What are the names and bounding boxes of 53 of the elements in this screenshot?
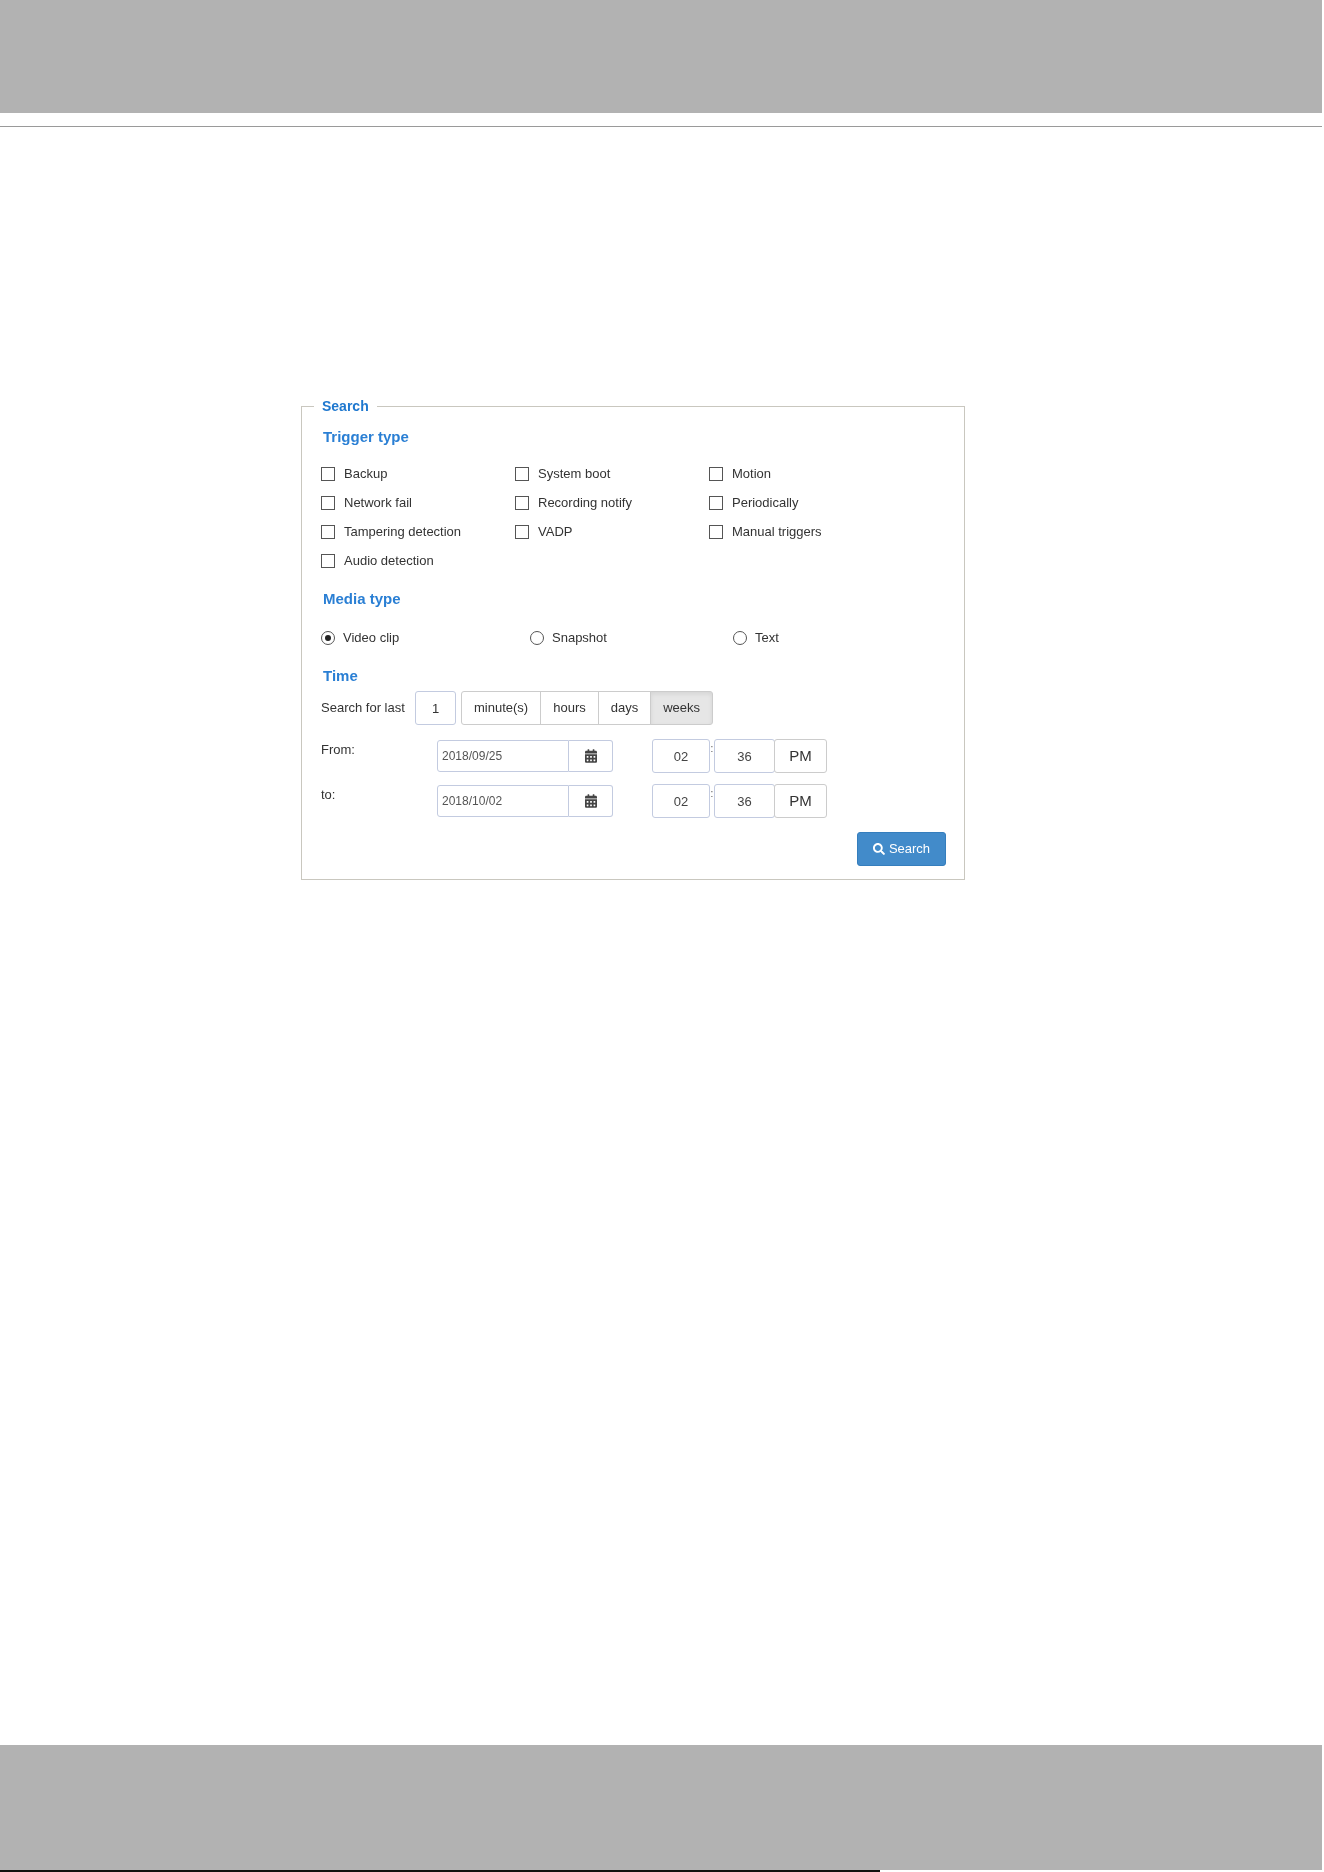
checkbox[interactable]: [515, 466, 529, 481]
section-heading: Time: [323, 666, 358, 686]
calendar-icon: [584, 749, 597, 763]
radio-button[interactable]: [530, 631, 544, 645]
unit-button[interactable]: hours: [540, 691, 599, 725]
checkbox-label: Recording notify: [538, 494, 632, 511]
checkbox[interactable]: [709, 524, 723, 539]
hour-field[interactable]: 02: [652, 784, 710, 818]
checkbox[interactable]: [515, 524, 529, 539]
radio-button[interactable]: [733, 631, 747, 645]
checkbox[interactable]: [515, 495, 529, 510]
field-label: Search for last: [321, 700, 406, 716]
time-separator: :: [710, 788, 714, 800]
checkbox[interactable]: [321, 466, 335, 481]
calendar-button[interactable]: [569, 785, 613, 817]
checkbox[interactable]: [709, 495, 723, 510]
checkbox-label: Motion: [732, 465, 772, 482]
period-button[interactable]: PM: [774, 739, 827, 773]
period-button[interactable]: PM: [774, 784, 827, 818]
section-heading: Media type: [323, 589, 401, 609]
date-field[interactable]: 2018/09/25: [437, 740, 569, 772]
radio-label: Text: [755, 630, 779, 646]
checkbox-label: Backup: [344, 465, 388, 482]
unit-button[interactable]: days: [597, 691, 652, 725]
unit-button[interactable]: weeks: [650, 691, 714, 725]
search-button[interactable]: Search: [857, 832, 946, 866]
checkbox-label: System boot: [538, 465, 611, 482]
radio-label: Video clip: [343, 630, 400, 646]
checkbox-label: Audio detection: [344, 552, 434, 569]
radio-label: Snapshot: [552, 630, 607, 646]
checkbox[interactable]: [321, 524, 335, 539]
checkbox[interactable]: [709, 466, 723, 481]
hour-field[interactable]: 02: [652, 739, 710, 773]
checkbox[interactable]: [321, 495, 335, 510]
time-separator: :: [710, 743, 714, 755]
minute-field[interactable]: 36: [714, 784, 775, 818]
calendar-icon: [584, 794, 597, 808]
unit-button[interactable]: minute(s): [461, 691, 542, 725]
checkbox-label: Manual triggers: [732, 523, 822, 540]
checkbox-label: Network fail: [344, 494, 412, 511]
checkbox-label: Periodically: [732, 494, 799, 511]
date-field[interactable]: 2018/10/02: [437, 785, 569, 817]
field-label: From:: [321, 742, 356, 758]
number-field[interactable]: 1: [415, 691, 456, 725]
checkbox-label: VADP: [538, 523, 573, 540]
checkbox[interactable]: [321, 553, 335, 568]
calendar-button[interactable]: [569, 740, 613, 772]
section-heading: Trigger type: [323, 427, 409, 447]
search-icon: [872, 843, 885, 855]
minute-field[interactable]: 36: [714, 739, 775, 773]
field-label: to:: [321, 787, 337, 803]
checkbox-label: Tampering detection: [344, 523, 462, 540]
radio-button[interactable]: [321, 631, 335, 645]
